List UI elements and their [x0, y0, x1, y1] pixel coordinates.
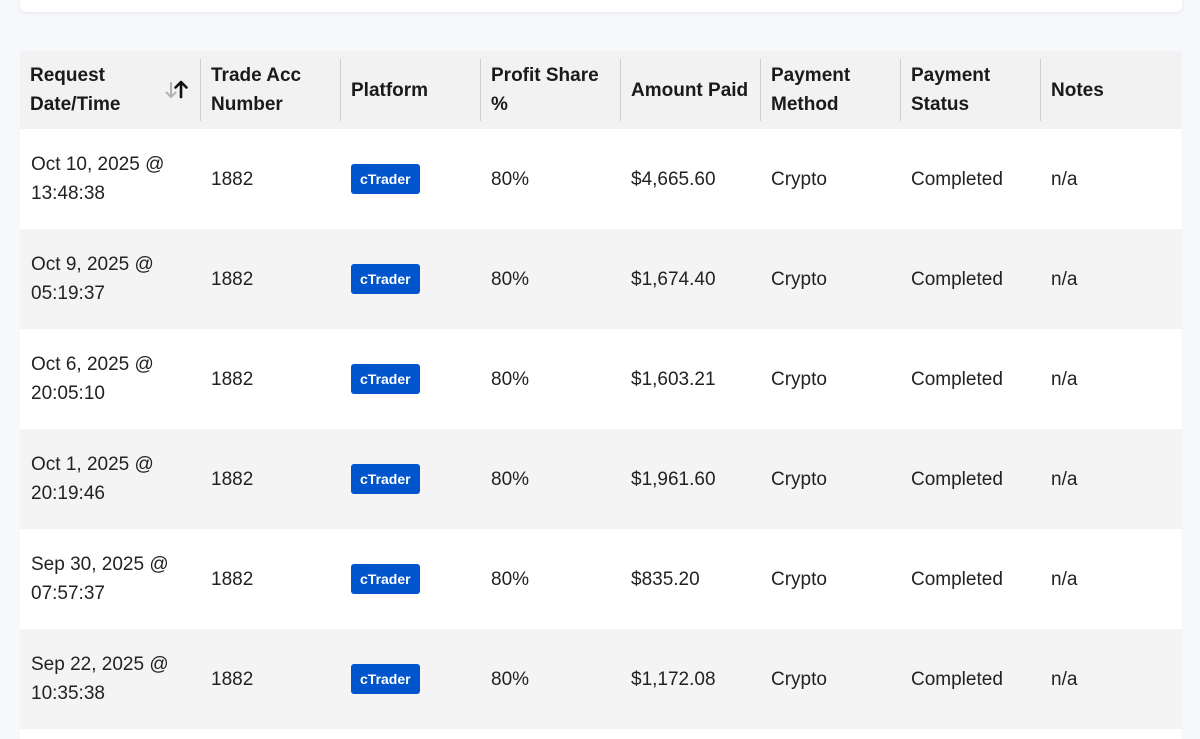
cell-notes: n/a	[1051, 368, 1078, 390]
header-label-line1: Payment	[771, 65, 851, 86]
table-row: Sep 22, 2025 @10:35:38 1882 cTrader 80% …	[20, 629, 1182, 729]
cell-payment-status: Completed	[911, 368, 1003, 390]
header-trade-acc-number[interactable]: Trade Acc Number	[201, 51, 341, 129]
header-label-line1: Request	[30, 65, 105, 86]
cell-payment-method: Crypto	[771, 568, 827, 590]
cell-amount-paid: $1,961.60	[631, 468, 716, 490]
header-label-line1: Trade Acc	[211, 65, 302, 86]
cell-amount-paid: $4,665.60	[631, 168, 716, 190]
platform-badge: cTrader	[351, 264, 420, 294]
cell-trade-acc: 1882	[211, 168, 254, 190]
header-payment-method[interactable]: Payment Method	[761, 51, 901, 129]
cell-amount-paid: $1,603.21	[631, 368, 716, 390]
cell-request-datetime: Sep 22, 2025 @ 10:35:38	[20, 629, 201, 729]
table-row: Oct 9, 2025 @ 05:19:37 1882 cTrader 80% $…	[20, 229, 1182, 329]
table-row: Oct 10, 2025 @13:48:38 1882 cTrader 80% …	[20, 129, 1182, 229]
cell-trade-acc: 1882	[211, 568, 254, 590]
header-label-line2: Method	[771, 94, 839, 115]
header-amount-paid[interactable]: Amount Paid	[621, 51, 761, 129]
cell-date: Oct 1, 2025 @	[31, 454, 154, 475]
header-label-line2: %	[491, 94, 508, 115]
cell-amount-paid: $1,172.08	[631, 668, 716, 690]
cell-payment-status: Completed	[911, 568, 1003, 590]
cell-payment-status: Completed	[911, 168, 1003, 190]
payouts-table: Request Date/Time Trade Acc Number Platf…	[20, 51, 1182, 729]
cell-payment-method: Crypto	[771, 668, 827, 690]
cell-time: 07:57:37	[31, 583, 105, 604]
cell-platform: cTrader	[341, 229, 481, 329]
cell-time: 13:48:38	[31, 183, 105, 204]
cell-payment-method: Crypto	[771, 168, 827, 190]
cell-payment-status: Completed	[911, 268, 1003, 290]
cell-time: 05:19:37	[31, 283, 105, 304]
cell-trade-acc: 1882	[211, 468, 254, 490]
table-row: Oct 6, 2025 @ 20:05:10 1882 cTrader 80% $…	[20, 329, 1182, 429]
cell-platform: cTrader	[341, 629, 481, 729]
cell-profit-share: 80%	[491, 468, 530, 490]
cell-trade-acc: 1882	[211, 668, 254, 690]
cell-date: Oct 9, 2025 @	[31, 254, 154, 275]
header-label-line1: Profit Share	[491, 65, 599, 86]
header-label-line1: Amount Paid	[631, 79, 749, 101]
platform-badge: cTrader	[351, 364, 420, 394]
cell-profit-share: 80%	[491, 368, 530, 390]
header-request-datetime[interactable]: Request Date/Time	[20, 51, 201, 129]
payouts-table-container: Request Date/Time Trade Acc Number Platf…	[20, 51, 1182, 739]
cell-time: 10:35:38	[31, 683, 105, 704]
header-payment-status[interactable]: Payment Status	[901, 51, 1041, 129]
cell-profit-share: 80%	[491, 268, 530, 290]
cell-amount-paid: $1,674.40	[631, 268, 716, 290]
cell-request-datetime: Oct 10, 2025 @ 13:48:38	[20, 129, 201, 229]
table-row: Oct 1, 2025 @ 20:19:46 1882 cTrader 80% $…	[20, 429, 1182, 529]
header-label-line1: Platform	[351, 79, 429, 101]
header-label-line2: Date/Time	[30, 94, 121, 115]
cell-profit-share: 80%	[491, 568, 530, 590]
cell-trade-acc: 1882	[211, 368, 254, 390]
cell-date: Oct 6, 2025 @	[31, 354, 154, 375]
header-notes[interactable]: Notes	[1041, 51, 1182, 129]
cell-profit-share: 80%	[491, 668, 530, 690]
cell-notes: n/a	[1051, 268, 1078, 290]
cell-request-datetime: Oct 1, 2025 @ 20:19:46	[20, 429, 201, 529]
cell-request-datetime: Sep 30, 2025 @ 07:57:37	[20, 529, 201, 629]
table-row: Sep 30, 2025 @07:57:37 1882 cTrader 80% …	[20, 529, 1182, 629]
cell-platform: cTrader	[341, 129, 481, 229]
header-label-line1: Payment	[911, 65, 991, 86]
cell-platform: cTrader	[341, 329, 481, 429]
cell-payment-method: Crypto	[771, 468, 827, 490]
cell-notes: n/a	[1051, 168, 1078, 190]
cell-payment-method: Crypto	[771, 368, 827, 390]
sort-arrows-icon[interactable]	[163, 77, 189, 103]
cell-amount-paid: $835.20	[631, 568, 700, 590]
platform-badge: cTrader	[351, 164, 420, 194]
cell-date: Oct 10, 2025 @	[31, 154, 165, 175]
cell-date: Sep 22, 2025 @	[31, 654, 169, 675]
top-card	[20, 0, 1182, 12]
cell-request-datetime: Oct 9, 2025 @ 05:19:37	[20, 229, 201, 329]
cell-profit-share: 80%	[491, 168, 530, 190]
header-label-line1: Notes	[1051, 79, 1104, 101]
header-profit-share[interactable]: Profit Share %	[481, 51, 621, 129]
cell-date: Sep 30, 2025 @	[31, 554, 169, 575]
cell-request-datetime: Oct 6, 2025 @ 20:05:10	[20, 329, 201, 429]
table-header-row: Request Date/Time Trade Acc Number Platf…	[20, 51, 1182, 129]
cell-time: 20:19:46	[31, 483, 105, 504]
cell-trade-acc: 1882	[211, 268, 254, 290]
platform-badge: cTrader	[351, 664, 420, 694]
cell-time: 20:05:10	[31, 383, 105, 404]
header-label-line2: Number	[211, 94, 283, 115]
cell-payment-method: Crypto	[771, 268, 827, 290]
cell-payment-status: Completed	[911, 468, 1003, 490]
cell-platform: cTrader	[341, 429, 481, 529]
cell-payment-status: Completed	[911, 668, 1003, 690]
cell-notes: n/a	[1051, 468, 1078, 490]
cell-notes: n/a	[1051, 668, 1078, 690]
cell-notes: n/a	[1051, 568, 1078, 590]
header-platform[interactable]: Platform	[341, 51, 481, 129]
platform-badge: cTrader	[351, 564, 420, 594]
header-label-line2: Status	[911, 94, 970, 115]
cell-platform: cTrader	[341, 529, 481, 629]
platform-badge: cTrader	[351, 464, 420, 494]
